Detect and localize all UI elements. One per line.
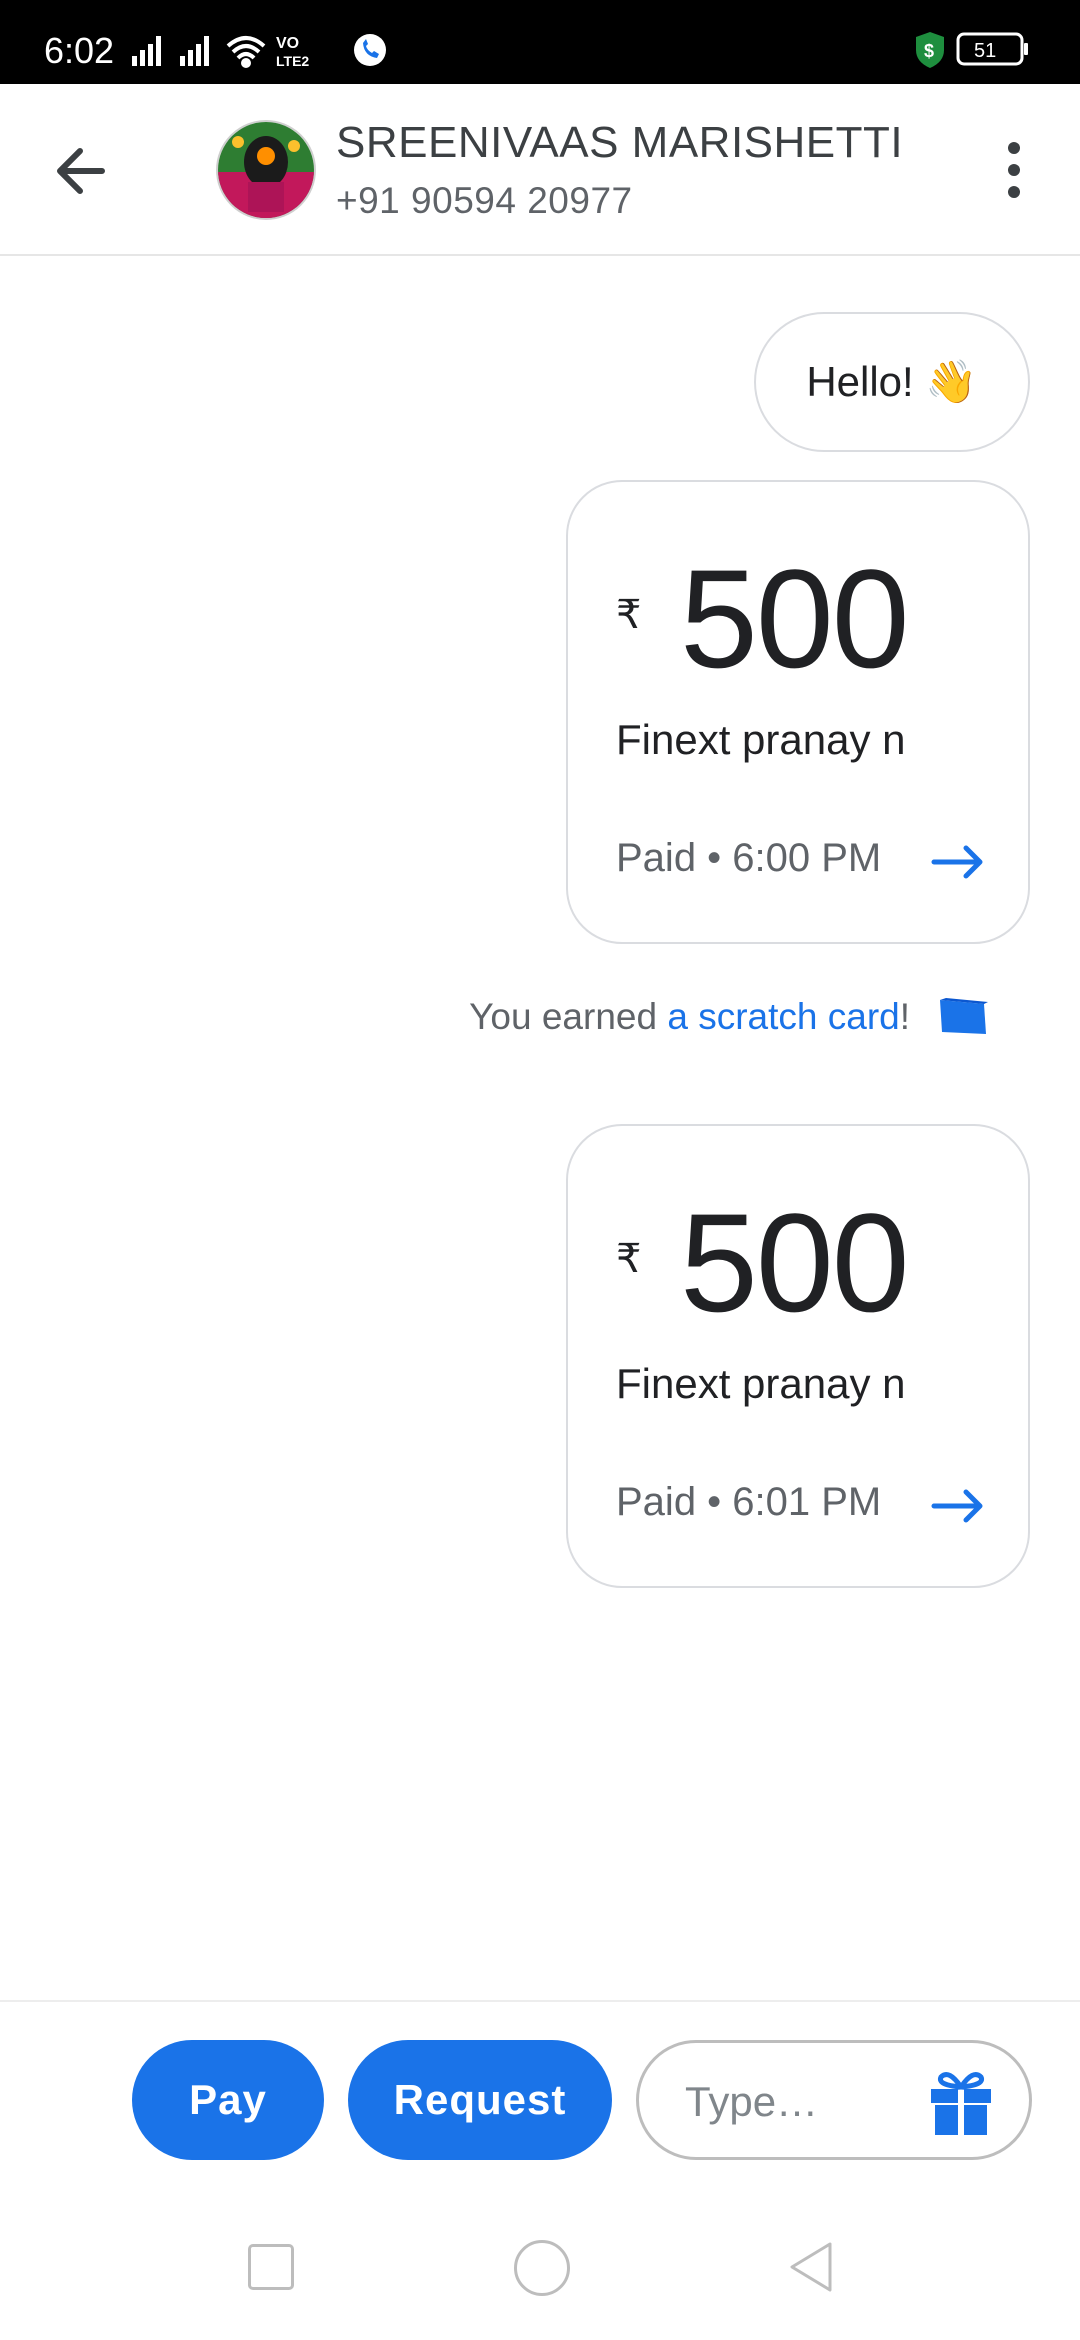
message-bubble-hello[interactable]: Hello! 👋 xyxy=(754,312,1030,452)
svg-text:51: 51 xyxy=(974,40,996,62)
contact-name[interactable]: SREENIVAAS MARISHETTI xyxy=(336,118,903,168)
chat-header: SREENIVAAS MARISHETTI +91 90594 20977 xyxy=(0,84,1080,256)
gift-icon[interactable] xyxy=(925,2067,997,2139)
arrow-back-icon[interactable] xyxy=(44,136,124,206)
scratch-suffix: ! xyxy=(899,996,910,1037)
nav-back-icon[interactable] xyxy=(786,2240,836,2294)
avatar-image xyxy=(218,122,314,218)
status-time: 6:02 xyxy=(44,30,115,71)
payment-card[interactable]: ₹ 500 Finext pranay n Paid • 6:00 PM xyxy=(566,480,1030,944)
signal-icon xyxy=(180,36,209,66)
message-field[interactable] xyxy=(636,2040,1032,2160)
request-button[interactable]: Request xyxy=(348,2040,612,2160)
call-icon xyxy=(354,34,386,66)
svg-text:$: $ xyxy=(924,41,934,61)
shield-dollar-icon: $ xyxy=(916,32,944,68)
payment-note: Finext pranay n xyxy=(616,1360,906,1407)
avatar[interactable] xyxy=(216,120,316,220)
volte-icon: VO LTE2 xyxy=(276,35,309,69)
contact-phone: +91 90594 20977 xyxy=(336,180,633,221)
status-bar: 6:02 VO LTE2 $ 51 xyxy=(0,0,1080,84)
wifi-icon xyxy=(226,36,266,68)
payment-amount: 500 xyxy=(680,1184,910,1341)
currency-symbol: ₹ xyxy=(616,1237,642,1281)
svg-text:VO: VO xyxy=(276,35,299,52)
pay-button[interactable]: Pay xyxy=(132,2040,324,2160)
payment-status: Paid • 6:01 PM xyxy=(616,1480,882,1524)
scratch-prefix: You earned xyxy=(469,996,668,1037)
payment-note: Finext pranay n xyxy=(616,716,906,763)
status-right-icons: $ 51 xyxy=(916,32,1028,68)
status-icons: VO LTE2 xyxy=(132,34,386,69)
scratch-card-notice: You earned a scratch card ! xyxy=(469,996,990,1038)
arrow-forward-icon[interactable] xyxy=(930,1488,986,1524)
recent-apps-icon[interactable] xyxy=(248,2244,294,2290)
payment-card[interactable]: ₹ 500 Finext pranay n Paid • 6:01 PM xyxy=(566,1124,1030,1588)
payment-amount: 500 xyxy=(680,540,910,697)
scratch-card-link[interactable]: a scratch card xyxy=(667,996,899,1038)
payment-status: Paid • 6:00 PM xyxy=(616,836,882,880)
message-input[interactable] xyxy=(683,2069,917,2135)
currency-symbol: ₹ xyxy=(616,593,642,637)
bottom-divider xyxy=(0,2000,1080,2002)
signal-icon xyxy=(132,36,161,66)
battery-icon: 51 xyxy=(956,32,1028,66)
system-nav-bar xyxy=(0,2200,1080,2340)
more-vert-icon[interactable] xyxy=(992,134,1036,206)
home-icon[interactable] xyxy=(514,2240,570,2296)
arrow-forward-icon[interactable] xyxy=(930,844,986,880)
svg-text:LTE2: LTE2 xyxy=(276,53,309,69)
scratch-card-icon[interactable] xyxy=(936,996,990,1038)
